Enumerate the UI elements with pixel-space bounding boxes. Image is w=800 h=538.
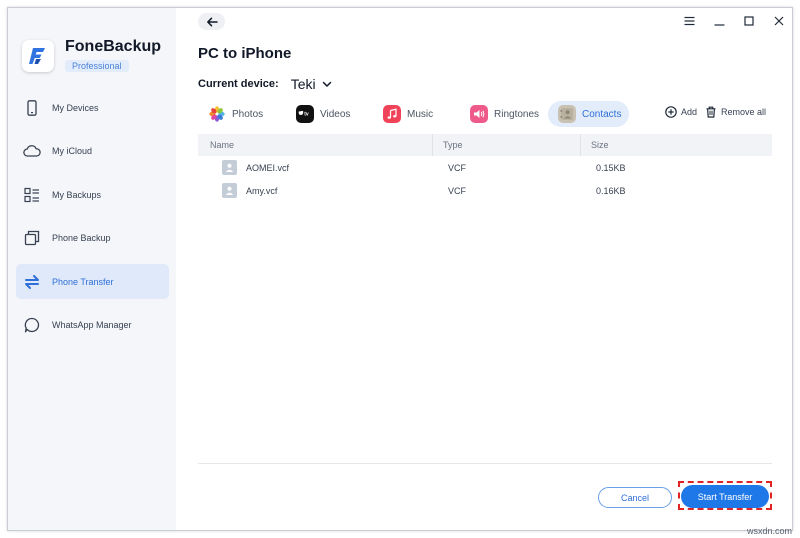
app-window: FoneBackup Professional My Devices My iC…	[7, 7, 793, 531]
sidebar-item-label: WhatsApp Manager	[52, 320, 132, 330]
tab-music[interactable]: Music	[373, 101, 441, 127]
minimize-button[interactable]	[704, 12, 734, 30]
menu-button[interactable]	[674, 12, 704, 30]
tab-label: Videos	[320, 108, 351, 120]
tab-contacts[interactable]: Contacts	[548, 101, 630, 127]
file-table: Name Type Size AOMEI.vcf VCF 0.15KB Amy.…	[198, 134, 772, 202]
copy-icon	[23, 229, 41, 247]
tab-label: Ringtones	[494, 108, 540, 120]
footer-divider	[198, 463, 772, 464]
contact-file-icon	[222, 183, 237, 198]
column-header-name[interactable]: Name	[198, 134, 432, 156]
fonebackup-logo-icon	[22, 40, 54, 72]
close-button[interactable]	[764, 12, 792, 30]
sidebar-item-phone-backup[interactable]: Phone Backup	[16, 221, 169, 256]
file-size: 0.15KB	[596, 162, 626, 173]
add-label: Add	[681, 107, 698, 117]
transfer-icon	[23, 273, 41, 291]
device-selector[interactable]: Teki	[291, 76, 332, 92]
start-transfer-button[interactable]: Start Transfer	[681, 485, 769, 508]
current-device-label: Current device:	[198, 78, 279, 90]
tab-label: Photos	[232, 108, 264, 120]
sidebar-item-label: Phone Backup	[52, 233, 111, 243]
phone-icon	[23, 99, 41, 117]
photos-icon	[208, 105, 226, 123]
sidebar-item-label: My iCloud	[52, 146, 93, 156]
remove-all-label: Remove all	[721, 107, 767, 117]
brand: FoneBackup Professional	[22, 38, 161, 74]
tab-label: Contacts	[582, 108, 622, 120]
svg-text:tv: tv	[304, 111, 309, 117]
hamburger-icon	[684, 16, 694, 26]
tab-photos[interactable]: Photos	[198, 101, 271, 127]
tab-ringtones[interactable]: Ringtones	[460, 101, 547, 127]
contacts-icon	[558, 105, 576, 123]
chevron-down-icon	[322, 81, 332, 88]
main-panel: PC to iPhone Current device: Teki Photos…	[176, 8, 792, 530]
sidebar-item-label: My Backups	[52, 189, 102, 200]
minimize-icon	[714, 24, 724, 26]
back-button[interactable]	[198, 13, 225, 30]
window-controls	[674, 12, 792, 30]
contact-file-icon	[222, 160, 237, 175]
trash-icon	[706, 106, 716, 118]
maximize-button[interactable]	[734, 12, 764, 30]
plus-circle-icon	[665, 106, 677, 118]
sidebar-item-whatsapp-manager[interactable]: WhatsApp Manager	[16, 308, 169, 343]
music-icon	[383, 105, 401, 123]
sidebar-item-my-devices[interactable]: My Devices	[16, 90, 169, 125]
backups-icon	[23, 186, 41, 204]
edition-badge: Professional	[65, 60, 129, 72]
sidebar-item-my-icloud[interactable]: My iCloud	[16, 134, 169, 169]
watermark: wsxdn.com	[746, 526, 792, 536]
app-name: FoneBackup	[65, 38, 162, 55]
file-type: VCF	[448, 185, 466, 196]
ringtone-icon	[470, 105, 488, 123]
column-header-size[interactable]: Size	[580, 134, 772, 156]
column-header-type[interactable]: Type	[432, 134, 580, 156]
sidebar-item-phone-transfer[interactable]: Phone Transfer	[16, 264, 169, 299]
remove-all-button[interactable]: Remove all	[705, 106, 766, 118]
chat-icon	[23, 316, 41, 334]
table-header: Name Type Size	[198, 134, 772, 156]
arrow-left-icon	[206, 17, 218, 26]
appletv-icon: tv	[296, 105, 314, 123]
close-icon	[774, 16, 784, 26]
table-row[interactable]: Amy.vcf VCF 0.16KB	[198, 179, 772, 202]
sidebar-item-label: My Devices	[52, 102, 99, 113]
page-title: PC to iPhone	[198, 45, 292, 62]
table-row[interactable]: AOMEI.vcf VCF 0.15KB	[198, 156, 772, 179]
device-name: Teki	[290, 76, 316, 92]
file-name: Amy.vcf	[246, 185, 278, 196]
sidebar: FoneBackup Professional My Devices My iC…	[8, 8, 176, 530]
file-type: VCF	[448, 162, 466, 173]
file-size: 0.16KB	[596, 185, 626, 196]
tab-label: Music	[407, 108, 434, 120]
maximize-icon	[744, 16, 754, 26]
add-button[interactable]: Add	[665, 106, 697, 118]
current-device-row: Current device: Teki	[198, 76, 332, 92]
sidebar-item-my-backups[interactable]: My Backups	[16, 177, 169, 212]
sidebar-item-label: Phone Transfer	[52, 276, 114, 287]
file-name: AOMEI.vcf	[246, 162, 290, 173]
tab-videos[interactable]: tv Videos	[286, 101, 358, 127]
cloud-icon	[23, 142, 41, 160]
category-tabs: Photos tv Videos Music Ringtones Contact…	[198, 101, 792, 127]
cancel-button[interactable]: Cancel	[598, 487, 672, 508]
sidebar-nav: My Devices My iCloud My Backups Phone Ba…	[16, 90, 169, 351]
